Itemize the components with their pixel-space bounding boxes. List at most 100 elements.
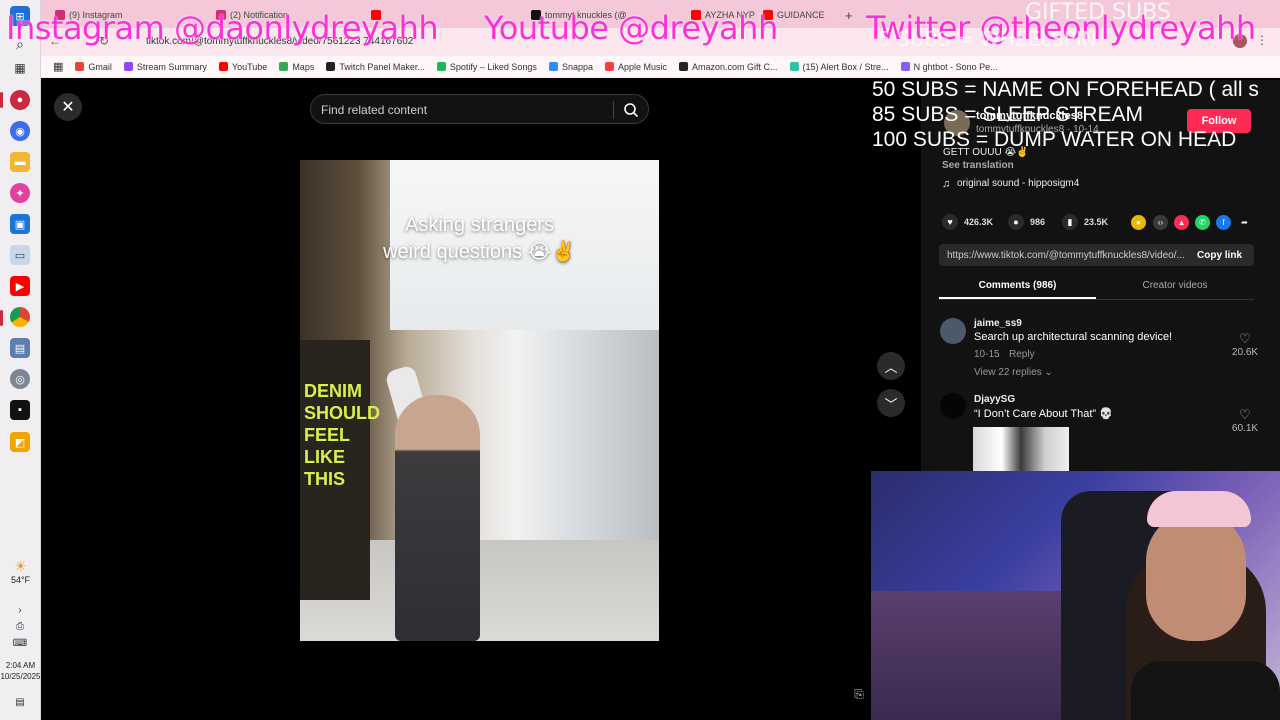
twitch-icon <box>123 62 133 71</box>
menu-icon[interactable]: ⋮ <box>1256 33 1268 47</box>
notification-icon[interactable]: ▤ <box>10 692 30 712</box>
search-icon[interactable] <box>623 102 639 118</box>
bookmark-twitch-panel[interactable]: Twitch Panel Maker... <box>326 62 425 72</box>
bookmarks-bar: ▦ Gmail Stream Summary YouTube Maps Twit… <box>41 56 1280 78</box>
weather-widget[interactable]: ☀ 54°F <box>0 558 41 585</box>
comment-button[interactable]: ● 986 <box>1008 214 1045 230</box>
overlay-youtube: Youtube @dreyahh <box>484 9 778 47</box>
bookmark-youtube[interactable]: YouTube <box>218 62 267 72</box>
apple-music-icon <box>604 62 614 71</box>
keyboard-icon[interactable]: ⌨ <box>10 633 30 653</box>
tab-divider <box>939 299 1254 300</box>
sticky-notes-icon[interactable]: ◩ <box>10 432 30 452</box>
webcam-face <box>1146 511 1246 641</box>
comment-like-count: 20.6K <box>1231 347 1259 358</box>
amazon-icon <box>679 62 688 71</box>
close-button[interactable]: ✕ <box>54 93 82 121</box>
task-view-icon[interactable]: ▦ <box>10 58 30 78</box>
tab-creator-videos[interactable]: Creator videos <box>1096 280 1254 291</box>
apps-icon[interactable]: ▦ <box>53 60 63 73</box>
view-replies-label: View 22 replies <box>974 367 1042 378</box>
coin-icon[interactable]: ● <box>1131 215 1146 230</box>
bookmark-nightbot[interactable]: N ghtbot - Sono Pe... <box>900 62 998 72</box>
windows-taskbar: ⊞ ⌕ ▦ ● ◉ ▬ ✦ ▣ ▭ ▶ ▤ ◎ ▪ ◩ ☀ 54°F › ⎙ ⌨… <box>0 0 41 720</box>
bookmark-icon: ▮ <box>1062 214 1078 230</box>
taskbar-clock[interactable]: 2:04 AM 10/25/2025 <box>0 660 41 682</box>
save-count: 23.5K <box>1084 217 1109 227</box>
bookmark-snappa[interactable]: Snappa <box>548 62 593 72</box>
overlay-goal: 100 SUBS = DUMP WATER ON HEAD <box>872 128 1237 151</box>
youtube-icon[interactable]: ▶ <box>10 276 30 296</box>
streamlabs-icon <box>789 62 799 71</box>
weather-icon: ☀ <box>14 558 27 574</box>
comment-avatar[interactable] <box>940 318 966 344</box>
bookmark-amazon[interactable]: Amazon.com Gift C... <box>679 62 778 72</box>
reply-button[interactable]: Reply <box>1009 349 1035 360</box>
whatsapp-icon[interactable]: ✆ <box>1195 215 1210 230</box>
comment-avatar[interactable] <box>940 393 966 419</box>
video-player[interactable]: DENIM SHOULD FEEL LIKE THIS Asking stran… <box>300 160 659 641</box>
store-icon[interactable]: ▣ <box>10 214 30 234</box>
bookmark-stream-summary[interactable]: Stream Summary <box>123 62 207 72</box>
embed-icon[interactable]: ‹› <box>1153 215 1168 230</box>
webcam-overlay <box>871 471 1280 720</box>
music-link[interactable]: original sound - hipposigm4 <box>957 178 1079 189</box>
capcut-icon[interactable]: ▪ <box>10 400 30 420</box>
comment-date: 10-15 <box>974 349 1000 360</box>
app-icon[interactable]: ◉ <box>10 121 30 141</box>
like-button[interactable]: ♥ 426.3K <box>942 214 993 230</box>
new-tab-icon[interactable]: + <box>845 6 853 24</box>
chrome-icon[interactable] <box>10 307 30 327</box>
comment-image[interactable] <box>973 427 1069 471</box>
overlay-gifted-subs: GIFTED SUBS <box>1025 0 1171 25</box>
bookmark-maps[interactable]: Maps <box>279 62 314 72</box>
share-icon[interactable]: ➦ <box>1237 215 1252 230</box>
view-replies-button[interactable]: View 22 replies ⌄ <box>974 367 1053 378</box>
weather-temp: 54°F <box>10 575 31 585</box>
overlay-wheelspin: 5 SUBS = WHEELSPIN <box>878 27 1097 51</box>
save-button[interactable]: ▮ 23.5K <box>1062 214 1108 230</box>
overlay-goal: 50 SUBS = NAME ON FOREHEAD ( all s <box>872 78 1259 101</box>
comment-username[interactable]: jaime_ss9 <box>974 318 1022 329</box>
facebook-icon[interactable]: f <box>1216 215 1231 230</box>
comment-like-button[interactable]: ♡ 60.1K <box>1230 407 1260 434</box>
camera-icon[interactable]: ◎ <box>10 369 30 389</box>
comment-text: Search up architectural scanning device! <box>974 331 1173 343</box>
heart-outline-icon: ♡ <box>1239 331 1251 346</box>
close-icon: ✕ <box>61 99 75 116</box>
related-search-input[interactable]: Find related content <box>310 94 649 124</box>
bookmark-spotify[interactable]: Spotify – Liked Songs <box>436 62 537 72</box>
comment-username[interactable]: DjayySG <box>974 394 1015 405</box>
caption-line-2: weird questions 😭✌️ <box>383 241 576 263</box>
file-explorer-icon[interactable]: ▬ <box>10 152 30 172</box>
heart-outline-icon: ♡ <box>1239 407 1251 422</box>
screen: ⊞ ⌕ ▦ ● ◉ ▬ ✦ ▣ ▭ ▶ ▤ ◎ ▪ ◩ ☀ 54°F › ⎙ ⌨… <box>0 0 1280 720</box>
comment-like-button[interactable]: ♡ 20.6K <box>1230 331 1260 358</box>
overlay-instagram: Instagram @daonlydreyahh <box>6 9 439 47</box>
tab-comments[interactable]: Comments (986) <box>939 280 1096 291</box>
maps-icon <box>279 62 289 71</box>
bookmark-alert-box[interactable]: (15) Alert Box / Stre... <box>789 62 889 72</box>
heart-icon: ♥ <box>942 214 958 230</box>
obs-icon[interactable]: ● <box>10 90 30 110</box>
repost-icon[interactable]: ▲ <box>1174 215 1189 230</box>
next-video-button[interactable]: ﹀ <box>877 389 905 417</box>
video-link-box[interactable]: https://www.tiktok.com/@tommytuffknuckle… <box>939 244 1254 266</box>
bookmark-gmail[interactable]: Gmail <box>75 62 112 72</box>
see-translation-link[interactable]: See translation <box>942 160 1014 171</box>
report-icon[interactable]: ⎘ <box>850 685 868 703</box>
comment-like-count: 60.1K <box>1231 423 1259 434</box>
copilot-icon[interactable]: ✦ <box>10 183 30 203</box>
comment-text: “I Don’t Care About That” 💀 <box>974 408 1113 420</box>
video-store-sign: DENIM SHOULD FEEL LIKE THIS <box>304 381 380 489</box>
photos-icon[interactable]: ▭ <box>10 245 30 265</box>
overlay-goal: 85 SUBS = SLEEP STREAM <box>872 103 1143 126</box>
search-divider <box>613 101 614 119</box>
calculator-icon[interactable]: ▤ <box>10 338 30 358</box>
previous-video-button[interactable]: ︿ <box>877 352 905 380</box>
video-link: https://www.tiktok.com/@tommytuffknuckle… <box>947 250 1185 261</box>
like-count: 426.3K <box>964 217 994 227</box>
bookmark-apple-music[interactable]: Apple Music <box>604 62 667 72</box>
copy-link-button[interactable]: Copy link <box>1197 250 1242 261</box>
clock-time: 2:04 AM <box>5 661 36 670</box>
